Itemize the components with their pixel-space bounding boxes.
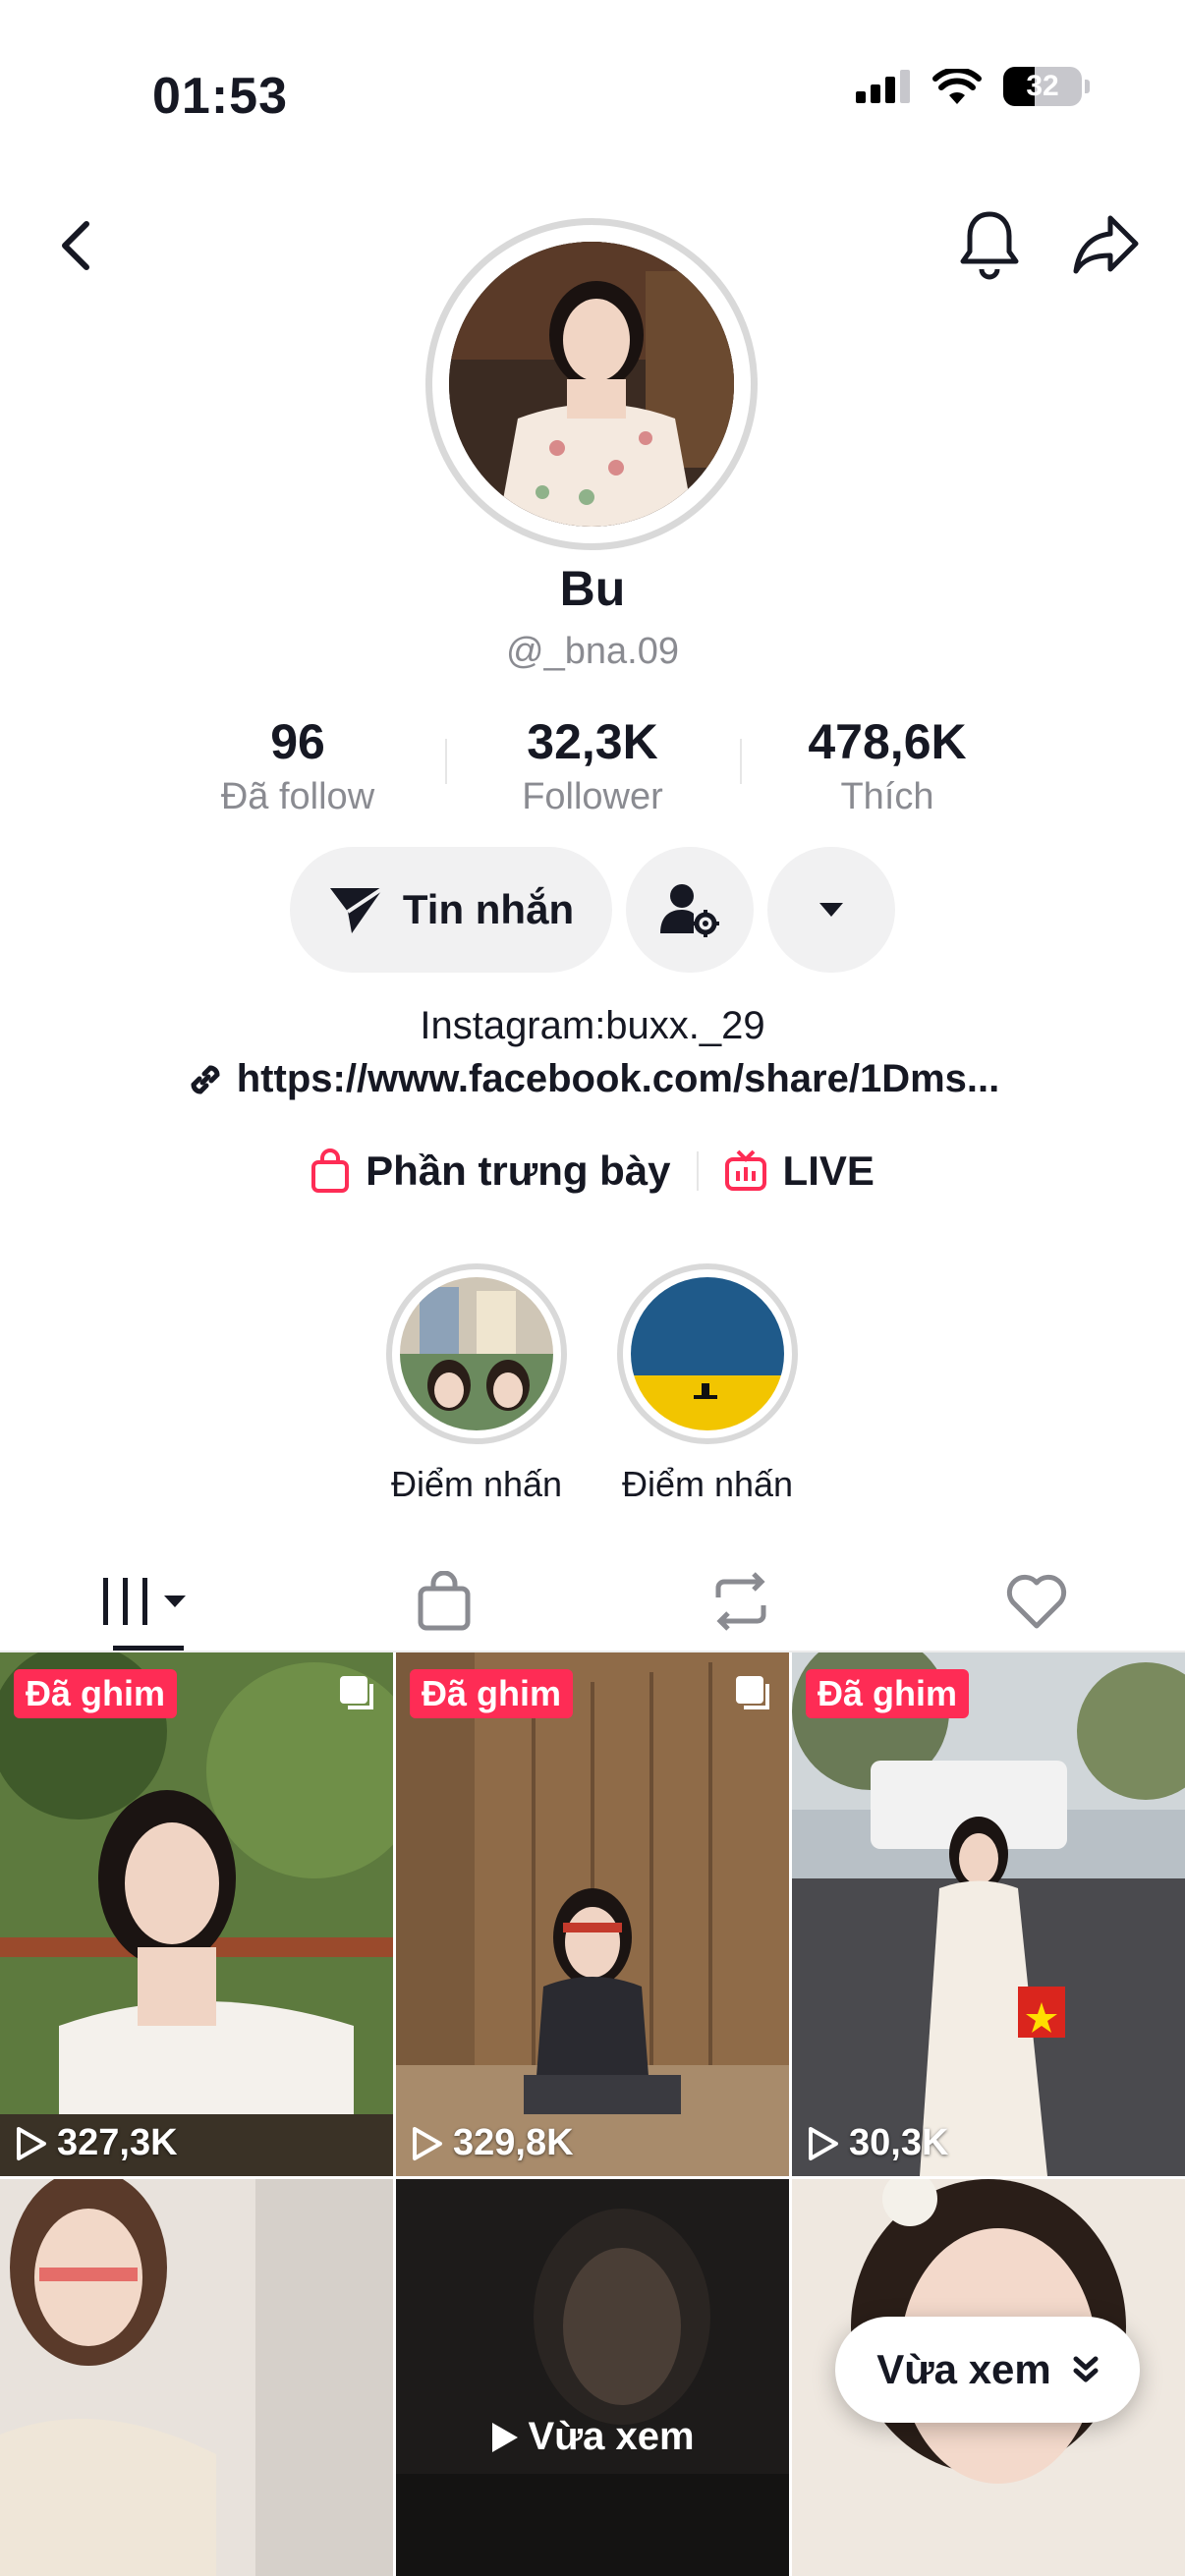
follower-count: 32,3K xyxy=(527,714,658,769)
showcase-link[interactable]: Phần trưng bày xyxy=(285,1148,696,1195)
highlight-thumbnail xyxy=(400,1277,553,1430)
following-label: Đã follow xyxy=(220,776,375,817)
highlight-label: Điểm nhấn xyxy=(621,1464,794,1504)
showcase-label: Phần trưng bày xyxy=(366,1148,671,1194)
likes-label: Thích xyxy=(840,776,934,817)
view-count: 30,3K xyxy=(808,2122,948,2164)
heart-icon xyxy=(1007,1574,1067,1629)
message-button[interactable]: Tin nhắn xyxy=(290,847,612,973)
shopping-bag-icon xyxy=(418,1571,471,1631)
view-count-text: 327,3K xyxy=(57,2122,178,2163)
highlight-2[interactable]: Điểm nhấn xyxy=(617,1263,798,1505)
more-options-button[interactable] xyxy=(767,847,895,973)
highlight-thumbnail xyxy=(631,1277,784,1430)
view-count: 327,3K xyxy=(16,2122,178,2164)
status-icons: 32 xyxy=(856,67,1090,106)
play-icon xyxy=(809,2126,838,2160)
following-count: 96 xyxy=(270,714,325,769)
shop-live-row: Phần trưng bày LIVE xyxy=(0,1148,1185,1195)
profile-handle: @_bna.09 xyxy=(506,631,679,672)
pinned-badge: Đã ghim xyxy=(806,1669,970,1718)
link-icon xyxy=(191,1064,220,1094)
follower-label: Follower xyxy=(522,776,663,817)
content-tabs xyxy=(0,1552,1185,1651)
highlight-1[interactable]: Điểm nhấn xyxy=(386,1263,567,1505)
live-link[interactable]: LIVE xyxy=(699,1148,900,1195)
recently-viewed-text: Vừa xem xyxy=(528,2415,695,2458)
view-count-text: 329,8K xyxy=(453,2122,574,2163)
live-label: LIVE xyxy=(782,1148,875,1194)
caret-down-icon xyxy=(819,903,843,917)
pinned-badge: Đã ghim xyxy=(410,1669,574,1718)
profile-bio: Instagram:buxx._29 xyxy=(420,1004,765,1047)
profile-stats: 96 Đã follow 32,3K Follower 478,6K Thích xyxy=(0,713,1185,818)
profile-name: Bu xyxy=(559,561,626,616)
repost-icon xyxy=(715,1572,766,1631)
stat-following[interactable]: 96 Đã follow xyxy=(150,713,445,818)
view-count: 329,8K xyxy=(412,2122,574,2164)
recently-viewed-button-label: Vừa xem xyxy=(876,2346,1051,2392)
recently-viewed-button[interactable]: Vừa xem xyxy=(835,2317,1140,2423)
view-count-text: 30,3K xyxy=(849,2122,949,2163)
send-icon xyxy=(329,886,385,933)
pinned-badge: Đã ghim xyxy=(14,1669,178,1718)
shopping-bag-icon xyxy=(311,1148,350,1193)
avatar-photo xyxy=(449,242,734,527)
play-icon xyxy=(492,2422,519,2452)
live-tv-icon xyxy=(724,1149,766,1191)
multi-photo-icon xyxy=(736,1676,769,1709)
recently-viewed-overlay: Vừa xem xyxy=(396,2415,789,2459)
bell-icon xyxy=(960,211,1019,280)
profile-link[interactable]: https://www.facebook.com/share/1Dms... xyxy=(0,1057,1185,1101)
video-thumbnail[interactable]: Đã ghim 329,8K xyxy=(396,1652,789,2176)
play-icon xyxy=(413,2126,442,2160)
grid-icon xyxy=(102,1578,186,1625)
battery-level: 32 xyxy=(1026,70,1059,102)
likes-count: 478,6K xyxy=(808,714,967,769)
highlight-label: Điểm nhấn xyxy=(390,1464,563,1504)
tab-videos[interactable] xyxy=(0,1552,297,1651)
share-button[interactable] xyxy=(1071,212,1142,282)
video-thumbnail[interactable]: Đã ghim 30,3K xyxy=(792,1652,1185,2176)
back-button[interactable] xyxy=(57,218,96,278)
profile-link-text: https://www.facebook.com/share/1Dms... xyxy=(236,1057,1000,1100)
chevron-left-icon xyxy=(62,221,89,270)
video-thumbnail[interactable]: Đã ghim 327,3K xyxy=(0,1652,393,2176)
stat-likes[interactable]: 478,6K Thích xyxy=(740,713,1035,818)
tab-reposts[interactable] xyxy=(592,1552,889,1651)
play-icon xyxy=(17,2126,46,2160)
stat-followers[interactable]: 32,3K Follower xyxy=(445,713,740,818)
friend-settings-button[interactable] xyxy=(626,847,754,973)
wifi-icon xyxy=(932,69,982,104)
tab-liked[interactable] xyxy=(889,1552,1185,1651)
status-time: 01:53 xyxy=(152,68,288,125)
share-icon xyxy=(1073,215,1139,274)
video-thumbnail[interactable] xyxy=(0,2179,393,2576)
multi-photo-icon xyxy=(340,1676,373,1709)
notification-button[interactable] xyxy=(957,208,1022,286)
signal-icon xyxy=(856,70,910,103)
double-chevron-down-icon xyxy=(1073,2356,1099,2382)
video-grid: Đã ghim 327,3K Đã ghim 329,8K Đã ghim 30… xyxy=(0,1652,1185,2576)
battery-icon: 32 xyxy=(1003,67,1090,106)
tab-shop[interactable] xyxy=(297,1552,593,1651)
profile-avatar[interactable] xyxy=(425,218,758,550)
user-gear-icon xyxy=(660,884,719,937)
message-label: Tin nhắn xyxy=(402,886,575,932)
video-thumbnail[interactable]: Vừa xem xyxy=(396,2179,789,2576)
